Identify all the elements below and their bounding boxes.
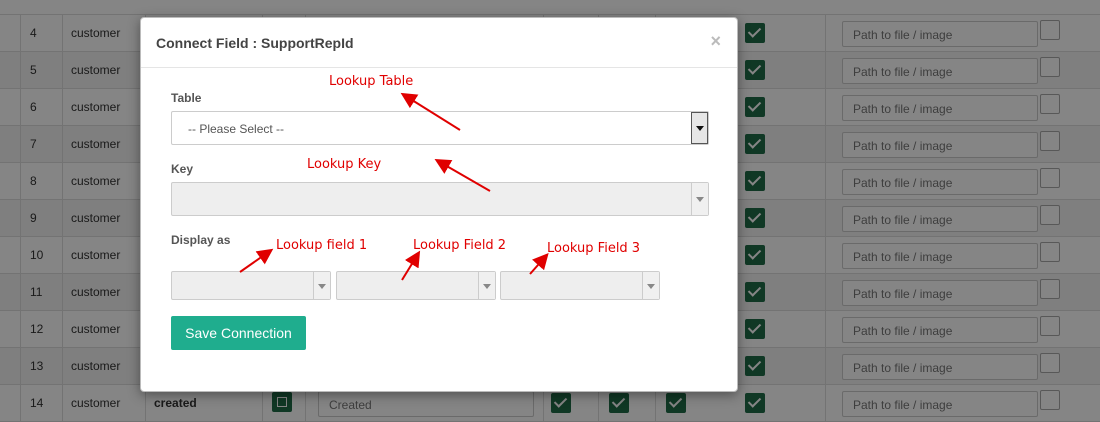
modal-header: Connect Field : SupportRepId × xyxy=(141,18,737,68)
chevron-down-icon xyxy=(313,272,330,299)
annotation-lookup-field-2: Lookup Field 2 xyxy=(413,238,507,253)
close-icon[interactable]: × xyxy=(710,31,721,52)
annotation-lookup-key: Lookup Key xyxy=(307,157,382,172)
annotation-lookup-table: Lookup Table xyxy=(329,74,414,89)
annotation-lookup-field-3: Lookup Field 3 xyxy=(547,241,641,256)
display-field-1-select[interactable] xyxy=(171,271,331,300)
key-select[interactable] xyxy=(171,182,709,216)
modal-title: Connect Field : SupportRepId xyxy=(156,35,354,51)
key-label: Key xyxy=(171,162,194,176)
connect-field-modal: Connect Field : SupportRepId × Table -- … xyxy=(140,17,738,392)
display-field-2-select[interactable] xyxy=(336,271,496,300)
display-field-3-select[interactable] xyxy=(500,271,660,300)
chevron-down-icon xyxy=(642,272,659,299)
chevron-down-icon xyxy=(478,272,495,299)
display-as-label: Display as xyxy=(171,233,231,247)
chevron-down-icon xyxy=(691,112,708,144)
table-select[interactable]: -- Please Select -- xyxy=(171,111,709,145)
table-select-value: -- Please Select -- xyxy=(188,122,285,136)
annotation-lookup-field-1: Lookup field 1 xyxy=(276,238,368,253)
chevron-down-icon xyxy=(691,183,708,215)
table-label: Table xyxy=(171,91,202,105)
save-connection-button[interactable]: Save Connection xyxy=(171,316,306,350)
